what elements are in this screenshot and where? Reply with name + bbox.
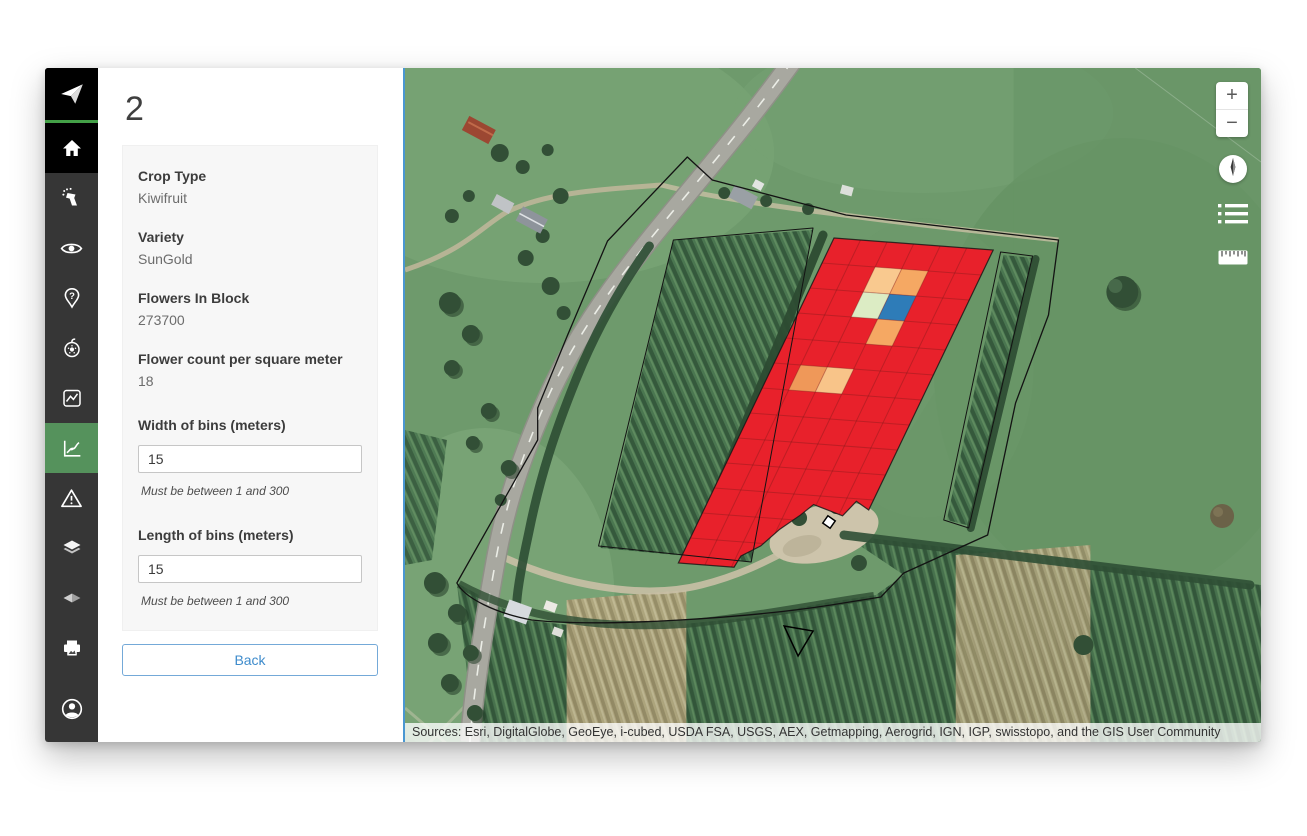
field-flowers-in-block: Flowers In Block 273700	[138, 289, 362, 329]
map-attribution: Sources: Esri, DigitalGlobe, GeoEye, i-c…	[405, 723, 1261, 742]
sidebar-item-account[interactable]	[45, 684, 98, 734]
sidebar-item-scouting[interactable]	[45, 223, 98, 273]
svg-text:?: ?	[69, 291, 75, 302]
spray-gun-icon	[60, 186, 84, 210]
width-helper-text: Must be between 1 and 300	[141, 484, 362, 498]
field-crop-type: Crop Type Kiwifruit	[138, 167, 362, 207]
width-of-bins-input[interactable]	[138, 445, 362, 473]
growth-chart-icon	[59, 436, 84, 461]
satellite-basemap	[405, 68, 1261, 742]
back-button[interactable]: Back	[122, 644, 378, 676]
print-export-icon	[60, 636, 84, 660]
measure-button[interactable]	[1218, 250, 1248, 270]
zoom-control: + −	[1216, 82, 1248, 137]
sidebar-item-export[interactable]	[45, 623, 98, 673]
sidebar-item-locate[interactable]: ?	[45, 273, 98, 323]
kiwifruit-icon	[60, 336, 84, 360]
sidebar-item-alerts[interactable]	[45, 473, 98, 523]
zoom-in-button[interactable]: +	[1216, 82, 1248, 110]
sidebar: ?	[45, 68, 98, 742]
block-details-card: Crop Type Kiwifruit Variety SunGold Flow…	[122, 145, 378, 631]
length-of-bins-input[interactable]	[138, 555, 362, 583]
ruler-icon	[1218, 250, 1248, 265]
pin-question-icon: ?	[60, 286, 84, 310]
single-layer-icon	[60, 586, 84, 610]
paper-plane-icon	[59, 81, 85, 107]
sidebar-item-layers[interactable]	[45, 523, 98, 573]
sidebar-item-home[interactable]	[45, 123, 98, 173]
app-window: ?	[45, 68, 1261, 742]
details-panel: 2 Crop Type Kiwifruit Variety SunGold Fl…	[98, 68, 403, 742]
warning-icon	[59, 486, 84, 511]
legend-button[interactable]	[1218, 204, 1248, 229]
field-map-icon	[60, 386, 84, 410]
map-view[interactable]: + − Sources: Esri, DigitalGlobe, GeoEye,…	[403, 68, 1261, 742]
sidebar-item-blocks[interactable]	[45, 373, 98, 423]
user-icon	[59, 696, 85, 722]
eye-icon	[59, 236, 84, 261]
legend-list-icon	[1218, 204, 1248, 224]
sidebar-item-analytics[interactable]	[45, 423, 98, 473]
sidebar-spacer	[45, 673, 98, 684]
compass-button[interactable]	[1219, 155, 1247, 183]
map-controls: + −	[1216, 82, 1250, 270]
home-icon	[60, 136, 84, 160]
field-flower-count: Flower count per square meter 18	[138, 350, 362, 390]
page-title: 2	[125, 90, 378, 129]
length-of-bins-group: Length of bins (meters) Must be between …	[138, 526, 362, 608]
compass-icon	[1222, 156, 1244, 183]
sidebar-item-spray[interactable]	[45, 173, 98, 223]
sidebar-item-fruit[interactable]	[45, 323, 98, 373]
sidebar-item-layer[interactable]	[45, 573, 98, 623]
width-of-bins-group: Width of bins (meters) Must be between 1…	[138, 416, 362, 498]
zoom-out-button[interactable]: −	[1216, 110, 1248, 137]
sidebar-item-logo[interactable]	[45, 68, 98, 123]
field-variety: Variety SunGold	[138, 228, 362, 268]
length-helper-text: Must be between 1 and 300	[141, 594, 362, 608]
layers-icon	[60, 536, 84, 560]
